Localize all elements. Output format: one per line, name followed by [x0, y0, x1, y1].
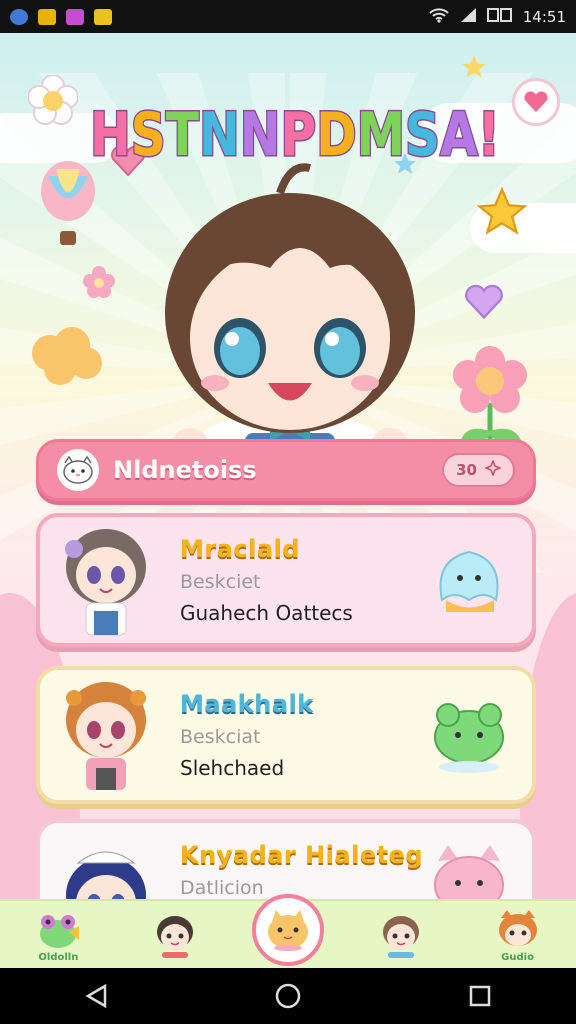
- back-triangle-icon: [85, 984, 107, 1008]
- frog-icon: [40, 914, 80, 948]
- flower-icon: [453, 346, 527, 448]
- app-screen: HSTNNPDMSA! Nldnetoiss 30 Mraclald Beskc…: [0, 33, 576, 968]
- fox-icon: [498, 909, 537, 946]
- character-card[interactable]: Mraclald Beskciet Guahech Oattecs: [36, 513, 536, 647]
- card-description: Slehchaed: [180, 756, 285, 780]
- clock-text: 14:51: [522, 7, 566, 26]
- bag-icon: [66, 8, 84, 25]
- category-label: Nldnetoiss: [113, 456, 257, 484]
- nav-item-boy[interactable]: [135, 902, 215, 968]
- girl-icon: [382, 916, 419, 958]
- cat-face-icon: [267, 910, 308, 951]
- home-button[interactable]: [268, 976, 308, 1016]
- pen-icon: [94, 8, 112, 25]
- star-icon: [476, 186, 528, 235]
- ghost-pet-icon: [439, 550, 499, 612]
- home-circle-icon: [275, 983, 301, 1009]
- character-portrait: [65, 529, 146, 636]
- nav-item-girl[interactable]: [361, 902, 441, 968]
- card-subtitle: Beskciat: [180, 726, 261, 748]
- signal-icon: [459, 7, 477, 27]
- heart-icon: [524, 91, 548, 113]
- wifi-icon: [429, 7, 449, 27]
- favorites-button[interactable]: [512, 78, 560, 126]
- bottom-navigation: Oldolln Gudio: [0, 894, 576, 968]
- back-button[interactable]: [76, 976, 116, 1016]
- frog-pet-icon: [434, 703, 504, 773]
- heart-icon: [465, 284, 503, 320]
- count-pill-button[interactable]: 30: [442, 453, 515, 487]
- system-navigation: [0, 968, 576, 1024]
- flower-icon: [27, 74, 79, 125]
- nav-item-center[interactable]: [251, 894, 324, 966]
- count-value: 30: [456, 461, 477, 479]
- flower-menu-button[interactable]: [27, 74, 79, 125]
- location-icon: [10, 8, 28, 25]
- card-title: Maakhalk: [180, 690, 314, 718]
- recents-button[interactable]: [460, 976, 500, 1016]
- nav-item-home[interactable]: Oldolln: [18, 902, 98, 968]
- status-bar: 14:51: [0, 0, 576, 33]
- flower-icon: [83, 266, 115, 298]
- hero-character: [165, 163, 415, 483]
- card-subtitle: Beskciet: [180, 571, 261, 593]
- character-card[interactable]: Maakhalk Beskciat Slehchaed: [36, 666, 536, 804]
- card-title: Knyadar Hialeteg: [180, 841, 424, 869]
- character-portrait: [66, 682, 146, 790]
- sim-icon: [486, 7, 513, 27]
- boy-icon: [157, 916, 194, 958]
- card-title: Mraclald: [180, 535, 300, 563]
- sparkle-icon: [483, 458, 503, 480]
- category-bar[interactable]: Nldnetoiss 30: [36, 439, 536, 501]
- cat-avatar-icon: [57, 449, 99, 491]
- cloud-shape-icon: [32, 327, 102, 385]
- message-icon: [38, 8, 56, 25]
- nav-item-fox[interactable]: Gudio: [478, 902, 558, 968]
- nav-label: Gudio: [501, 951, 534, 963]
- recents-square-icon: [469, 985, 491, 1007]
- nav-label: Oldolln: [38, 951, 79, 963]
- card-description: Guahech Oattecs: [180, 601, 353, 625]
